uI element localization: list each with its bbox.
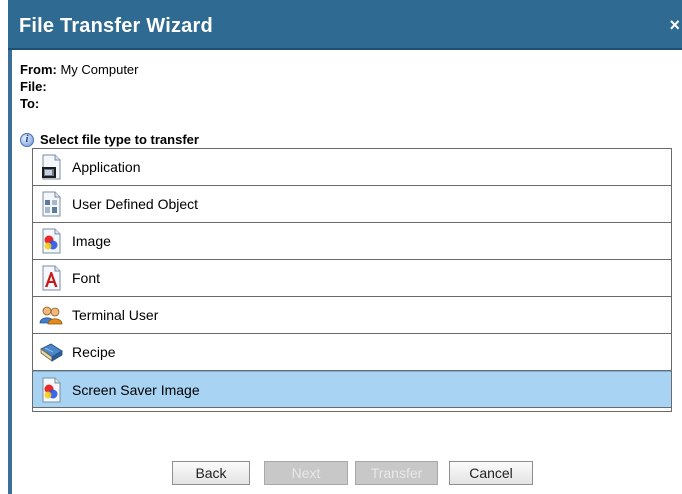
list-item-user-defined-object[interactable]: User Defined Object	[33, 186, 671, 223]
list-item-label: Screen Saver Image	[72, 381, 200, 398]
from-label: From:	[20, 62, 57, 77]
list-item-label: Image	[72, 233, 111, 249]
window-title: File Transfer Wizard	[19, 15, 213, 37]
list-item-font[interactable]: Font	[33, 260, 671, 297]
list-item-recipe[interactable]: Recipe	[33, 334, 671, 371]
file-label: File:	[20, 79, 47, 94]
list-item-label: Terminal User	[72, 307, 159, 323]
wizard-buttons: Back Next Transfer Cancel	[12, 461, 682, 485]
application-icon	[39, 154, 63, 180]
list-item-label: Font	[72, 270, 101, 286]
to-label: To:	[20, 96, 40, 111]
list-item-screen-saver-image[interactable]: Screen Saver Image	[33, 371, 671, 408]
screen-saver-image-icon	[39, 377, 63, 403]
list-item-label: Application	[72, 159, 141, 175]
list-item-label: User Defined Object	[72, 196, 199, 212]
next-button[interactable]: Next	[264, 461, 348, 485]
list-item-label: Recipe	[72, 344, 116, 360]
file-type-header-label: Select file type to transfer	[40, 132, 199, 147]
list-item-terminal-user[interactable]: Terminal User	[33, 297, 671, 334]
user-defined-object-icon	[39, 191, 63, 217]
file-type-header: i Select file type to transfer	[20, 132, 199, 147]
list-item-application[interactable]: Application	[33, 149, 671, 186]
font-icon	[39, 265, 63, 291]
title-bar[interactable]: File Transfer Wizard ×	[8, 0, 682, 50]
to-line: To:	[20, 96, 39, 111]
transfer-button[interactable]: Transfer	[355, 461, 438, 485]
file-line: File:	[20, 79, 47, 94]
cancel-button[interactable]: Cancel	[449, 461, 533, 485]
wizard-content: From: My Computer File: To: i Select fil…	[12, 50, 682, 494]
recipe-icon	[39, 339, 63, 365]
back-button[interactable]: Back	[172, 461, 250, 485]
image-icon	[39, 228, 63, 254]
file-type-list: Application User Defined Object Image Fo…	[32, 148, 672, 412]
info-icon: i	[20, 132, 34, 147]
from-value: My Computer	[60, 62, 139, 77]
list-item-image[interactable]: Image	[33, 223, 671, 260]
terminal-user-icon	[39, 302, 63, 328]
close-icon[interactable]: ×	[669, 16, 680, 34]
from-line: From: My Computer	[20, 62, 139, 77]
